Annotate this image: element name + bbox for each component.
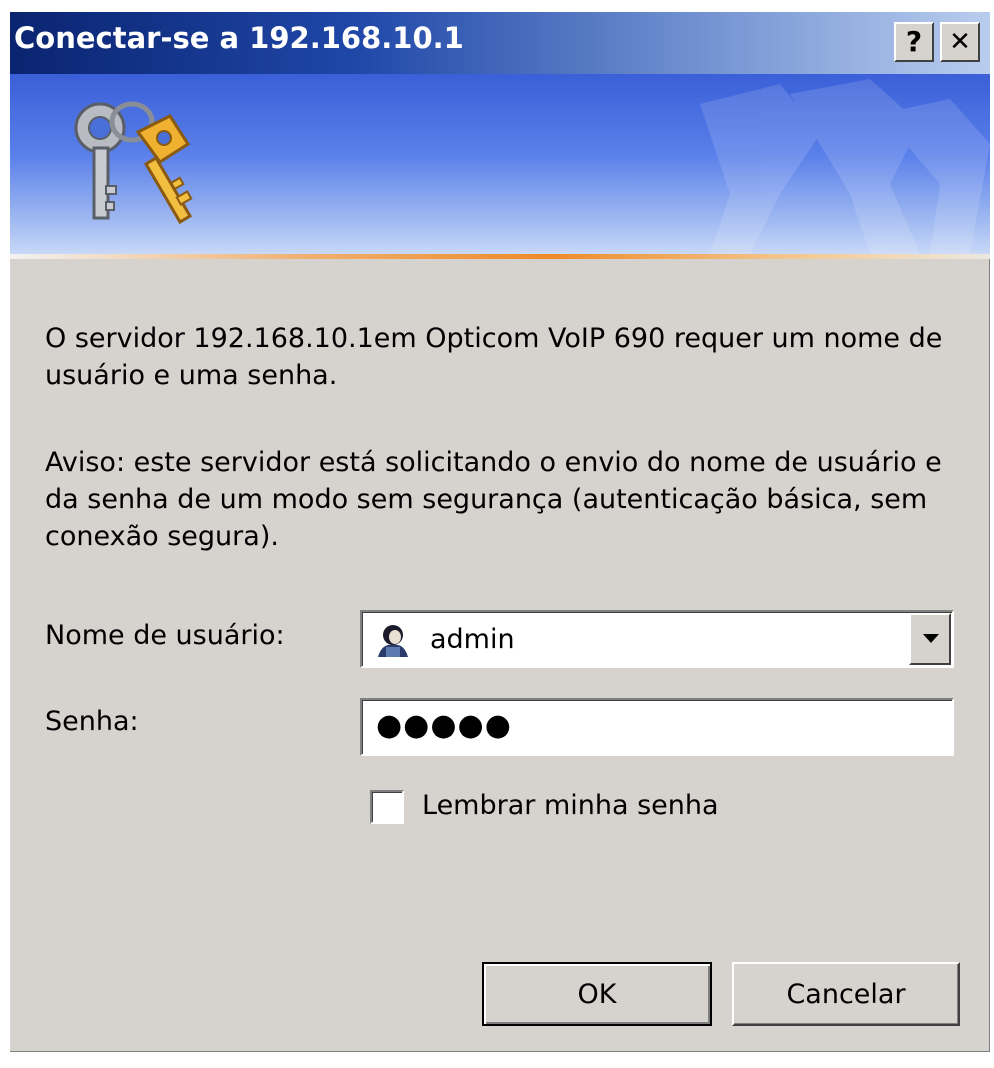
- window-title: Conectar-se a 192.168.10.1: [14, 21, 464, 55]
- banner-divider: [10, 254, 990, 259]
- warning-message: Aviso: este servidor está solicitando o …: [45, 447, 942, 552]
- keys-icon: [74, 101, 193, 225]
- chevron-down-icon: [923, 634, 939, 643]
- user-icon: [376, 623, 410, 657]
- remember-password-checkbox[interactable]: [370, 790, 404, 824]
- close-button[interactable]: ✕: [940, 22, 980, 62]
- username-label: Nome de usuário:: [45, 620, 285, 651]
- cancel-button[interactable]: Cancelar: [732, 962, 960, 1026]
- help-button[interactable]: ?: [894, 22, 934, 62]
- watermark-key-icon: [700, 79, 990, 254]
- dialog-banner: [10, 74, 990, 254]
- title-bar[interactable]: Conectar-se a 192.168.10.1 ? ✕: [10, 12, 990, 74]
- password-label: Senha:: [45, 706, 139, 737]
- username-value: admin: [430, 624, 515, 655]
- info-message: O servidor 192.168.10.1em Opticom VoIP 6…: [45, 323, 943, 391]
- username-combobox[interactable]: admin: [360, 610, 954, 668]
- ok-button[interactable]: OK: [482, 962, 712, 1026]
- remember-password-label[interactable]: Lembrar minha senha: [422, 790, 719, 821]
- login-dialog: Conectar-se a 192.168.10.1 ? ✕ O servido…: [10, 12, 990, 1052]
- password-value: ●●●●●: [376, 708, 512, 743]
- username-dropdown-button[interactable]: [909, 613, 951, 665]
- password-field[interactable]: ●●●●●: [360, 698, 954, 756]
